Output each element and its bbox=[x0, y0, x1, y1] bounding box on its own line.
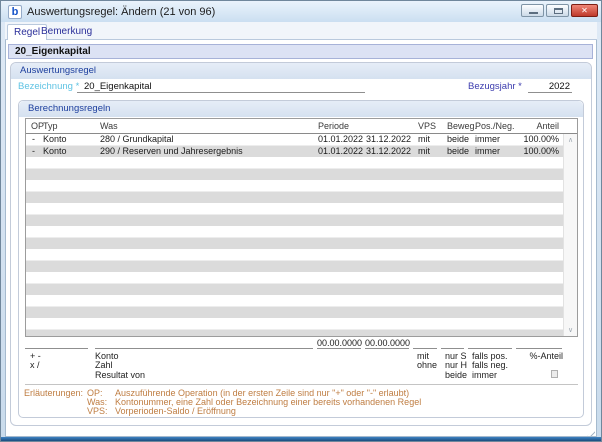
cell-anteil: 100.00% bbox=[523, 145, 559, 156]
col-header-was: Was bbox=[100, 121, 118, 131]
window-bottom-edge bbox=[1, 437, 601, 441]
col-header-periode: Periode bbox=[318, 121, 350, 131]
cell-was: 280 / Grundkapital bbox=[100, 134, 174, 144]
footer-divider bbox=[25, 384, 578, 385]
cell-periode-bis: 31.12.2022 bbox=[366, 134, 412, 144]
tab-bemerkung[interactable]: Bemerkung bbox=[35, 24, 98, 40]
close-button[interactable]: ✕ bbox=[571, 4, 598, 17]
bezeichnung-underline bbox=[77, 92, 365, 93]
legend-anteil-line: %-Anteil bbox=[529, 351, 563, 361]
cell-was: 290 / Reserven und Jahresergebnis bbox=[100, 145, 243, 156]
table-empty-rows bbox=[26, 134, 563, 336]
entry-field-underline-von[interactable] bbox=[317, 348, 361, 349]
bezeichnung-input[interactable]: 20_Eigenkapital bbox=[84, 81, 152, 92]
legend-vps: mit ohne bbox=[417, 351, 438, 371]
cell-periode-von: 01.01.2022 bbox=[318, 145, 364, 156]
entry-field-underline-beweg[interactable] bbox=[441, 348, 464, 349]
cell-vps: mit bbox=[418, 145, 430, 156]
rules-table: OP Typ Was Periode VPS Beweg. Pos./Neg. … bbox=[25, 118, 578, 337]
erlaeuterungen-label: Erläuterungen: bbox=[24, 388, 84, 398]
entry-field-underline-posneg[interactable] bbox=[468, 348, 512, 349]
entry-field-underline-vps[interactable] bbox=[413, 348, 437, 349]
scroll-down-icon[interactable]: ∨ bbox=[564, 324, 577, 336]
cell-beweg: beide bbox=[447, 134, 470, 144]
cell-periode-bis: 31.12.2022 bbox=[366, 145, 412, 156]
group-berechnungsregeln-title: Berechnungsregeln bbox=[19, 101, 583, 117]
col-header-anteil: Anteil bbox=[536, 121, 559, 131]
minimize-icon bbox=[529, 12, 538, 14]
group-auswertungsregel-title: Auswertungsregel bbox=[11, 63, 591, 79]
col-header-typ: Typ bbox=[43, 121, 58, 131]
anteil-box-icon bbox=[551, 370, 558, 378]
minimize-button[interactable] bbox=[521, 4, 544, 17]
legend-posneg-line: immer bbox=[472, 369, 497, 380]
entry-field-underline-bis[interactable] bbox=[365, 348, 409, 349]
col-header-vps: VPS bbox=[418, 121, 437, 131]
legend-beweg: nur S nur H beide bbox=[445, 351, 468, 380]
bezugsjahr-underline bbox=[528, 92, 572, 93]
bezugsjahr-label: Bezugsjahr * bbox=[468, 81, 522, 92]
erlaeuterung-vps-key: VPS: bbox=[87, 406, 108, 416]
col-header-beweg: Beweg. bbox=[447, 121, 478, 131]
erlaeuterung-vps-text: Vorperioden-Saldo / Eröffnung bbox=[115, 406, 236, 416]
cell-beweg: beide bbox=[447, 145, 470, 156]
cell-anteil: 100.00% bbox=[523, 134, 559, 144]
app-icon: b bbox=[8, 5, 22, 19]
cell-op: - bbox=[32, 134, 35, 144]
cell-op: - bbox=[32, 145, 35, 156]
bezeichnung-label: Bezeichnung * bbox=[18, 81, 80, 92]
cell-typ: Konto bbox=[43, 134, 67, 144]
legend-vps-line: ohne bbox=[417, 360, 438, 371]
legend-was: Konto Zahl Resultat von bbox=[95, 351, 146, 380]
entry-field-underline-op[interactable] bbox=[25, 348, 88, 349]
rule-name-header: 20_Eigenkapital bbox=[8, 44, 593, 59]
table-scrollbar[interactable]: ∧ ∨ bbox=[563, 134, 577, 336]
legend-op: + - x / bbox=[30, 351, 41, 371]
maximize-icon bbox=[554, 8, 563, 14]
entry-date-bis[interactable]: 00.00.0000 bbox=[365, 338, 410, 348]
bezugsjahr-input[interactable]: 2022 bbox=[528, 81, 570, 92]
legend-op-line: x / bbox=[30, 360, 40, 371]
entry-field-underline-anteil[interactable] bbox=[516, 348, 562, 349]
entry-date-von[interactable]: 00.00.0000 bbox=[317, 338, 362, 348]
window-title: Auswertungsregel: Ändern (21 von 96) bbox=[27, 6, 216, 18]
close-icon: ✕ bbox=[581, 6, 588, 15]
app-window: b Auswertungsregel: Ändern (21 von 96) ✕… bbox=[0, 0, 602, 442]
scroll-up-icon[interactable]: ∧ bbox=[564, 134, 577, 146]
tab-strip: Regel Bemerkung bbox=[5, 22, 597, 40]
table-row[interactable]: - Konto 290 / Reserven und Jahresergebni… bbox=[26, 146, 563, 158]
cell-periode-von: 01.01.2022 bbox=[318, 134, 364, 144]
legend-anteil: %-Anteil bbox=[499, 351, 563, 361]
table-row[interactable]: - Konto 280 / Grundkapital 01.01.2022 31… bbox=[26, 134, 563, 146]
title-bar: b Auswertungsregel: Ändern (21 von 96) ✕ bbox=[1, 1, 601, 22]
cell-typ: Konto bbox=[43, 145, 67, 156]
maximize-button[interactable] bbox=[546, 4, 569, 17]
legend-beweg-line: beide bbox=[445, 369, 468, 380]
entry-field-underline-was[interactable] bbox=[95, 348, 313, 349]
cell-vps: mit bbox=[418, 134, 430, 144]
legend-was-line: Resultat von bbox=[95, 369, 146, 380]
